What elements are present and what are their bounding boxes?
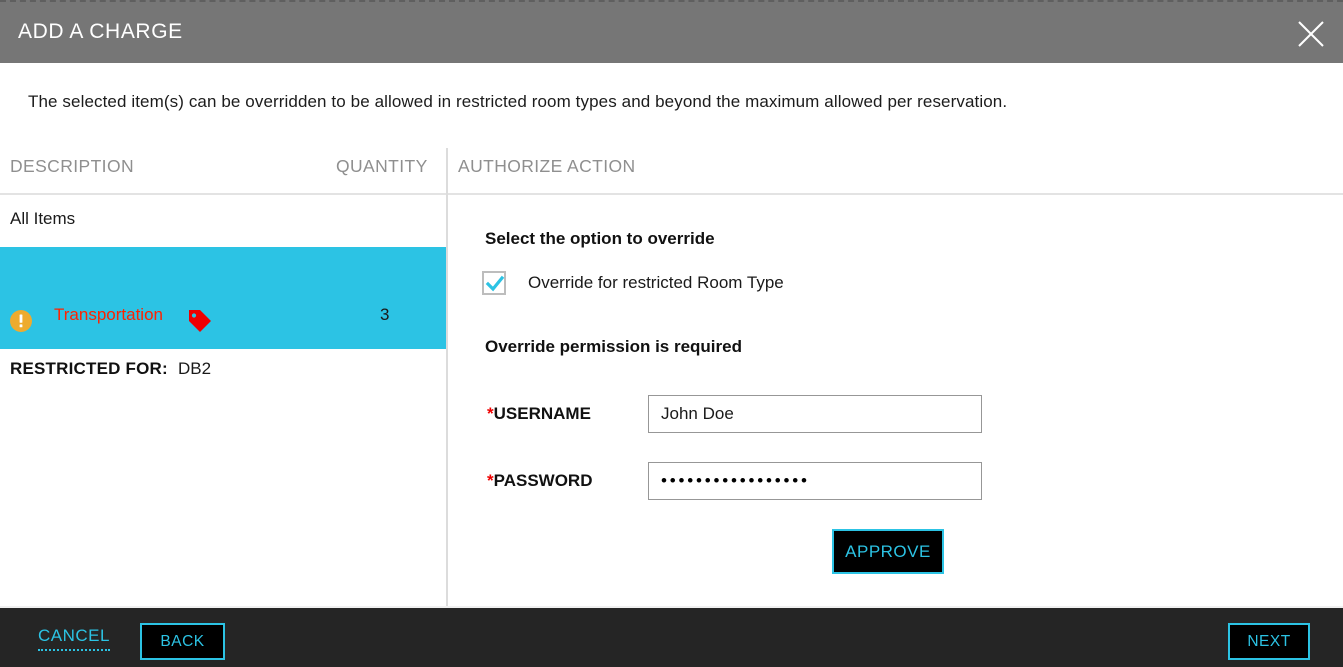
override-room-type-checkbox-row[interactable]: Override for restricted Room Type — [482, 271, 784, 295]
dialog-footer: CANCEL BACK NEXT — [0, 606, 1343, 667]
item-name: Transportation — [54, 305, 163, 324]
table-row[interactable]: Transportation 3 RESTRICTED FOR: DB2 — [0, 247, 446, 378]
all-items-label: All Items — [10, 209, 76, 228]
close-icon[interactable] — [1291, 14, 1331, 54]
password-label-text: PASSWORD — [493, 471, 593, 490]
select-option-heading: Select the option to override — [485, 229, 715, 248]
dialog-titlebar: ADD A CHARGE — [0, 0, 1343, 63]
username-label-text: USERNAME — [493, 404, 591, 423]
restricted-for-value: DB2 — [178, 359, 212, 378]
password-label: *PASSWORD — [487, 471, 592, 491]
list-item-all-items[interactable]: All Items — [0, 195, 446, 247]
next-button[interactable]: NEXT — [1228, 623, 1310, 660]
password-input[interactable]: ••••••••••••••••• — [648, 462, 982, 500]
back-button[interactable]: BACK — [140, 623, 225, 660]
authorize-action-panel: Select the option to override Override f… — [448, 195, 1343, 606]
dialog-description: The selected item(s) can be overridden t… — [28, 92, 1008, 111]
restricted-for-label: RESTRICTED FOR: — [10, 359, 168, 378]
username-input[interactable] — [648, 395, 982, 433]
required-marker: * — [487, 404, 494, 423]
required-marker: * — [487, 471, 494, 490]
price-tag-icon — [187, 308, 213, 332]
column-header-row: DESCRIPTION QUANTITY AUTHORIZE ACTION — [0, 148, 1343, 195]
checkbox-checked-icon[interactable] — [482, 271, 506, 295]
dialog-title: ADD A CHARGE — [18, 20, 183, 43]
approve-button[interactable]: APPROVE — [832, 529, 944, 574]
column-header-authorize-action: AUTHORIZE ACTION — [458, 156, 636, 176]
cancel-link[interactable]: CANCEL — [38, 626, 110, 651]
item-quantity: 3 — [380, 305, 390, 324]
item-list-panel: All Items Transportation 3 RESTRICTED FO… — [0, 195, 446, 606]
override-permission-heading: Override permission is required — [485, 337, 742, 356]
override-room-type-label: Override for restricted Room Type — [528, 273, 784, 292]
column-header-description: DESCRIPTION — [10, 156, 134, 176]
warning-exclamation-icon — [9, 309, 33, 333]
username-label: *USERNAME — [487, 404, 591, 424]
column-header-quantity: QUANTITY — [336, 156, 428, 176]
